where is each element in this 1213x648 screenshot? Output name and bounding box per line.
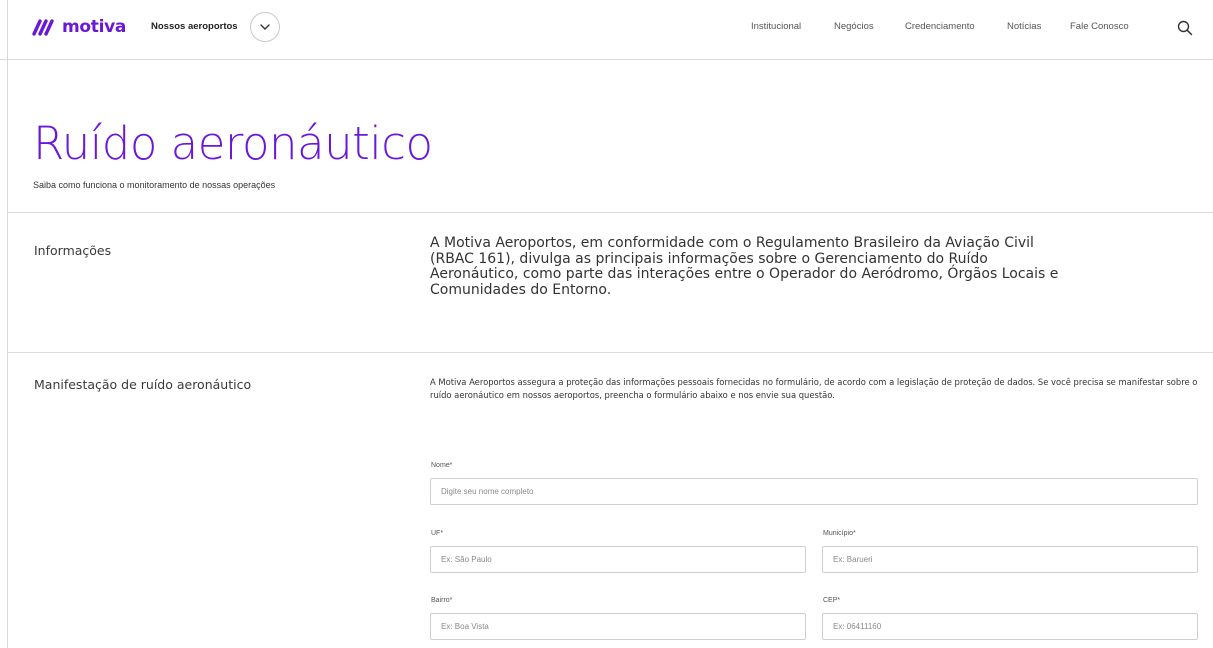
brand-name: motiva bbox=[62, 17, 127, 37]
left-frame-line bbox=[7, 0, 8, 648]
info-section-label: Informações bbox=[34, 243, 112, 258]
name-field-label: Nome* bbox=[431, 462, 453, 469]
nav-negocios[interactable]: Negócios bbox=[834, 21, 874, 32]
municipio-field-label: Município* bbox=[823, 530, 856, 537]
name-input[interactable] bbox=[430, 478, 1198, 505]
page-subtitle: Saiba como funciona o monitoramento de n… bbox=[33, 180, 276, 190]
uf-input[interactable] bbox=[430, 546, 806, 573]
nav-credenciamento[interactable]: Credenciamento bbox=[905, 21, 975, 32]
bairro-field-label: Bairro* bbox=[431, 597, 453, 604]
manifestation-section-text: A Motiva Aeroportos assegura a proteção … bbox=[430, 377, 1198, 400]
info-section-text: A Motiva Aeroportos, em conformidade com… bbox=[430, 235, 1059, 298]
page-title: Ruído aeronáutico bbox=[33, 117, 433, 170]
cep-field-label: CEP* bbox=[823, 597, 841, 604]
nav-noticias[interactable]: Notícias bbox=[1007, 21, 1041, 32]
airports-menu-label[interactable]: Nossos aeroportos bbox=[151, 21, 238, 32]
top-navigation-bar: motiva Nossos aeroportos Institucional N… bbox=[0, 0, 1213, 60]
cep-input[interactable] bbox=[822, 613, 1198, 640]
section-divider bbox=[8, 352, 1213, 353]
bairro-input[interactable] bbox=[430, 613, 806, 640]
motiva-logo-icon bbox=[32, 19, 54, 36]
manifestation-section-label: Manifestação de ruído aeronáutico bbox=[34, 377, 252, 392]
chevron-down-icon bbox=[260, 24, 270, 30]
municipio-input[interactable] bbox=[822, 546, 1198, 573]
section-divider bbox=[8, 212, 1213, 213]
motiva-logo[interactable]: motiva bbox=[32, 17, 126, 37]
airports-dropdown-button[interactable] bbox=[250, 12, 280, 42]
search-icon[interactable] bbox=[1176, 19, 1194, 37]
uf-field-label: UF* bbox=[431, 530, 444, 537]
nav-fale-conosco[interactable]: Fale Conosco bbox=[1070, 21, 1129, 32]
nav-institucional[interactable]: Institucional bbox=[751, 21, 801, 32]
